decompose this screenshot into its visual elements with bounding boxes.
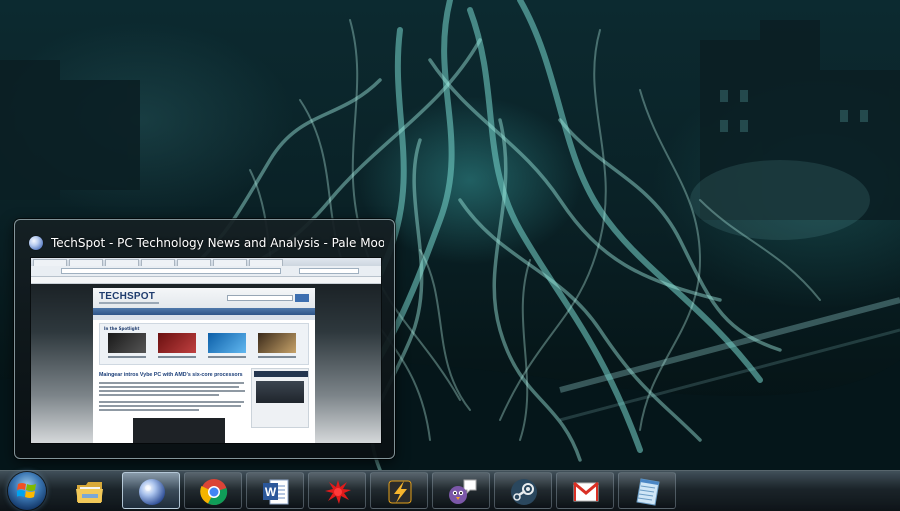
- taskbar-item-notepad[interactable]: [618, 472, 676, 509]
- spotlight-heading: In the Spotlight: [104, 326, 140, 331]
- article-text-line: [99, 401, 244, 403]
- word-icon: W: [263, 479, 289, 505]
- globe-icon: [29, 236, 43, 250]
- chrome-icon: [200, 479, 228, 506]
- site-search-button: [295, 294, 309, 302]
- taskbar-item-winamp[interactable]: [370, 472, 428, 509]
- browser-url-bar: [31, 266, 381, 277]
- ad-heading-bar: [254, 371, 308, 377]
- article-headline: Maingear intros Vybe PC with AMD's six-c…: [99, 372, 243, 378]
- notepad-icon: [636, 478, 660, 506]
- site-nav-bar: [93, 308, 315, 315]
- lightning-icon: [388, 480, 412, 504]
- article-text-line: [99, 409, 199, 411]
- spotlight-caption: [108, 356, 146, 358]
- article-text-line: [99, 394, 219, 396]
- taskbar-item-pale-moon[interactable]: [122, 472, 180, 509]
- logo-tagline: [99, 302, 159, 304]
- taskbar-item-steam[interactable]: [494, 472, 552, 509]
- site-sub-nav: [93, 315, 315, 320]
- splat-icon: [325, 480, 351, 504]
- techspot-page: TECHSPOT In the Spotlight Maingear intro…: [93, 288, 315, 443]
- browser-tab-strip: [31, 258, 381, 266]
- site-logo: TECHSPOT: [99, 291, 156, 302]
- start-button[interactable]: [8, 472, 46, 510]
- taskbar-thumbnail-preview[interactable]: TechSpot - PC Technology News and Analys…: [14, 219, 395, 459]
- svg-text:W: W: [265, 485, 277, 499]
- gmail-icon: [573, 481, 599, 502]
- spotlight-caption: [258, 356, 296, 358]
- preview-header: TechSpot - PC Technology News and Analys…: [29, 234, 384, 252]
- article-video: [133, 418, 225, 443]
- spotlight-caption: [158, 356, 196, 358]
- browser-bookmarks-bar: [31, 277, 381, 284]
- taskbar-item-pidgin[interactable]: [432, 472, 490, 509]
- spotlight-thumb: [158, 333, 196, 353]
- spotlight-thumb: [108, 333, 146, 353]
- taskbar-item-google-chrome[interactable]: [184, 472, 242, 509]
- spotlight-box: In the Spotlight: [99, 323, 309, 365]
- steam-icon: [511, 479, 537, 505]
- sidebar-ad: [251, 368, 309, 428]
- site-search-box: [227, 295, 293, 301]
- ad-image: [256, 381, 304, 403]
- article-text-line: [99, 386, 239, 388]
- window-screenshot[interactable]: TECHSPOT In the Spotlight Maingear intro…: [31, 258, 381, 443]
- taskbar-item-red-splat-app[interactable]: [308, 472, 366, 509]
- article-text-line: [99, 390, 245, 392]
- spotlight-thumb: [258, 333, 296, 353]
- web-page-background: TECHSPOT In the Spotlight Maingear intro…: [31, 284, 381, 443]
- taskbar-item-windows-explorer[interactable]: [60, 472, 118, 509]
- preview-window-title: TechSpot - PC Technology News and Analys…: [51, 236, 384, 250]
- spotlight-thumb: [208, 333, 246, 353]
- folder-icon: [76, 482, 103, 503]
- taskbar-item-microsoft-word[interactable]: W: [246, 472, 304, 509]
- spotlight-caption: [208, 356, 246, 358]
- taskbar-item-gmail[interactable]: [556, 472, 614, 509]
- windows-logo-icon: [17, 483, 36, 498]
- globe-icon: [139, 479, 165, 505]
- site-header: TECHSPOT: [93, 288, 315, 308]
- article-text-line: [99, 405, 241, 407]
- article-text-line: [99, 382, 244, 384]
- chat-bird-icon: [449, 479, 477, 504]
- taskbar: W: [0, 470, 900, 511]
